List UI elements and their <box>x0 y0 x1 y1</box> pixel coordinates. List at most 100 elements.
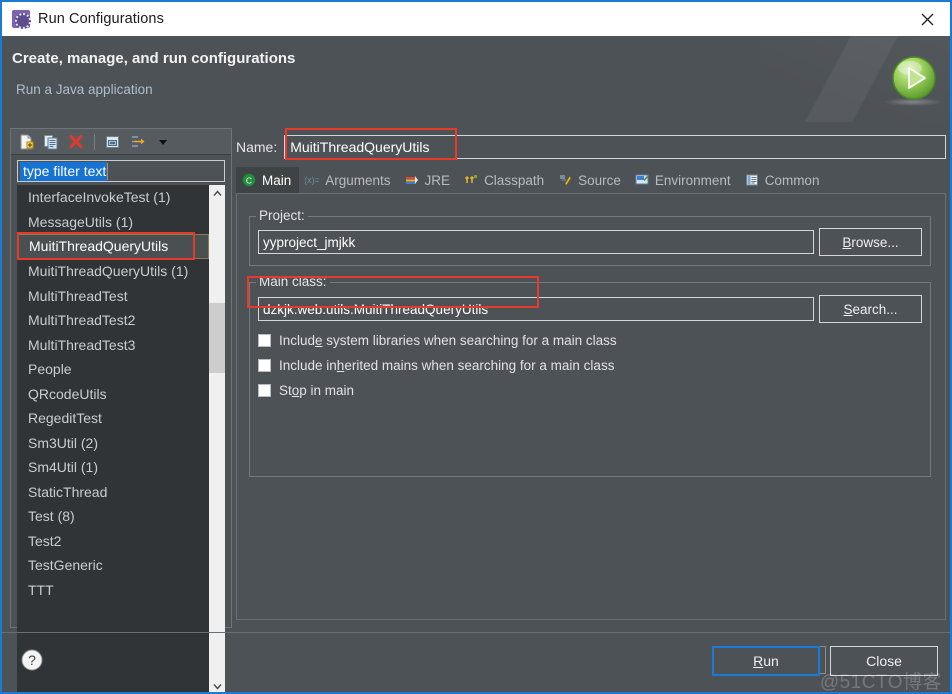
close-button[interactable]: Close <box>830 646 938 676</box>
tab-label: Arguments <box>325 172 391 188</box>
tab-label: JRE <box>424 172 451 188</box>
list-item[interactable]: MultiThreadTest <box>17 284 209 309</box>
tab-label: Source <box>578 172 621 188</box>
vertical-scroll-thumb[interactable] <box>209 303 225 373</box>
svg-text:(x)=: (x)= <box>305 175 319 185</box>
list-item[interactable]: QRcodeUtils <box>17 382 209 407</box>
svg-text:C: C <box>246 175 252 185</box>
tab-strip: C Main (x)= Arguments JRE Classpath Source Envi… <box>236 167 946 194</box>
project-input[interactable] <box>258 230 814 254</box>
run-button[interactable]: Run <box>712 646 820 676</box>
tab-jre[interactable]: JRE <box>399 167 459 193</box>
new-configuration-icon[interactable] <box>15 132 37 152</box>
name-label: Name: <box>236 139 278 155</box>
help-icon[interactable]: ? <box>20 648 44 672</box>
browse-button[interactable]: Browse... <box>819 228 922 256</box>
list-item[interactable]: MultiThreadTest2 <box>17 308 209 333</box>
checkbox-row-1[interactable]: Include inherited mains when searching f… <box>258 358 614 373</box>
tab-main[interactable]: C Main <box>236 167 300 193</box>
chevron-down-icon[interactable] <box>152 132 174 152</box>
label-pre: Include in <box>279 358 337 373</box>
jre-icon <box>405 173 420 188</box>
collapse-all-icon[interactable] <box>102 132 124 152</box>
title-bar: Run Configurations <box>2 2 950 36</box>
environment-icon <box>635 173 650 188</box>
label-post: p in main <box>299 383 355 398</box>
checkbox-row-0[interactable]: Include system libraries when searching … <box>258 333 617 348</box>
list-item[interactable]: Test (8) <box>17 504 209 529</box>
name-row: Name: <box>236 134 946 160</box>
list-item[interactable]: StaticThread <box>17 480 209 505</box>
list-item[interactable]: People <box>17 357 209 382</box>
main-class-legend: Main class: <box>256 274 330 289</box>
tab-label: Classpath <box>484 172 545 188</box>
duplicate-configuration-icon[interactable] <box>40 132 62 152</box>
green-run-play-icon <box>890 54 938 102</box>
project-legend: Project: <box>256 208 308 223</box>
checkbox-icon[interactable] <box>258 384 271 397</box>
label-pre: St <box>279 383 292 398</box>
run-configurations-dialog: Run Configurations Create, manage, and r… <box>0 0 952 694</box>
tab-classpath[interactable]: Classpath <box>458 167 552 193</box>
run-mnemonic: R <box>753 653 764 669</box>
list-item-selected[interactable]: MuitiThreadQueryUtils <box>17 234 209 259</box>
configurations-panel: type filter text InterfaceInvokeTest (1)… <box>10 128 232 692</box>
list-item[interactable]: InterfaceInvokeTest (1) <box>17 185 209 210</box>
svg-text:?: ? <box>28 652 36 668</box>
header-title: Create, manage, and run configurations <box>12 50 296 67</box>
run-configurations-icon <box>12 10 31 29</box>
source-icon <box>558 173 573 188</box>
configurations-toolbar <box>11 129 231 155</box>
checkbox-label: Include system libraries when searching … <box>279 333 617 348</box>
list-item[interactable]: Test2 <box>17 529 209 554</box>
toolbar-separator <box>94 133 95 150</box>
tab-common[interactable]: Common <box>739 167 828 193</box>
name-input[interactable] <box>284 135 946 159</box>
filter-input[interactable]: type filter text <box>17 160 225 182</box>
browse-label-rest: rowse... <box>851 234 899 250</box>
main-tab-body: Project: Browse... Main class: Search...… <box>236 194 946 674</box>
scroll-down-icon[interactable] <box>209 678 225 692</box>
filter-configurations-icon[interactable] <box>127 132 149 152</box>
search-button[interactable]: Search... <box>819 295 922 323</box>
main-class-input[interactable] <box>258 297 814 321</box>
tab-label: Main <box>262 172 292 188</box>
list-item[interactable]: TTT <box>17 578 209 603</box>
list-item[interactable]: MessageUtils (1) <box>17 210 209 235</box>
list-item[interactable]: MultiThreadTest3 <box>17 333 209 358</box>
checkbox-row-2[interactable]: Stop in main <box>258 383 354 398</box>
checkbox-icon[interactable] <box>258 359 271 372</box>
list-item[interactable]: TestGeneric <box>17 553 209 578</box>
checkbox-label: Include inherited mains when searching f… <box>279 358 614 373</box>
list-item[interactable]: RegeditTest <box>17 406 209 431</box>
close-icon[interactable] <box>904 2 950 36</box>
footer-separator <box>2 632 950 633</box>
main-class-group: Main class: Search... Include system lib… <box>249 274 931 477</box>
list-vertical-scrollbar[interactable] <box>209 185 225 692</box>
text-caret <box>107 162 109 180</box>
configuration-editor: Name: C Main (x)= Arguments JRE Classpath Sour… <box>236 128 946 674</box>
dialog-footer-buttons: Run Close <box>712 646 938 676</box>
checkbox-icon[interactable] <box>258 334 271 347</box>
label-post: erited mains when searching for a main c… <box>344 358 615 373</box>
label-post: system libraries when searching for a ma… <box>322 333 617 348</box>
configurations-list[interactable]: InterfaceInvokeTest (1) MessageUtils (1) M… <box>17 185 209 692</box>
list-item[interactable]: Sm3Util (2) <box>17 431 209 456</box>
tab-label: Environment <box>654 172 731 188</box>
tab-source[interactable]: Source <box>552 167 629 193</box>
tab-environment[interactable]: Environment <box>629 167 739 193</box>
delete-configuration-icon[interactable] <box>65 132 87 152</box>
main-class-icon: C <box>242 173 257 188</box>
common-icon <box>745 173 760 188</box>
classpath-icon <box>464 173 479 188</box>
tab-arguments[interactable]: (x)= Arguments <box>299 167 398 193</box>
search-label-rest: earch... <box>852 301 898 317</box>
header-subtitle: Run a Java application <box>16 82 153 97</box>
tab-label: Common <box>764 172 820 188</box>
list-item[interactable]: MuitiThreadQueryUtils (1) <box>17 259 209 284</box>
arguments-icon: (x)= <box>304 173 320 188</box>
dialog-header: Create, manage, and run configurations R… <box>2 36 950 122</box>
scroll-up-icon[interactable] <box>209 185 225 202</box>
list-item[interactable]: Sm4Util (1) <box>17 455 209 480</box>
label-mnemonic: e <box>315 333 323 348</box>
